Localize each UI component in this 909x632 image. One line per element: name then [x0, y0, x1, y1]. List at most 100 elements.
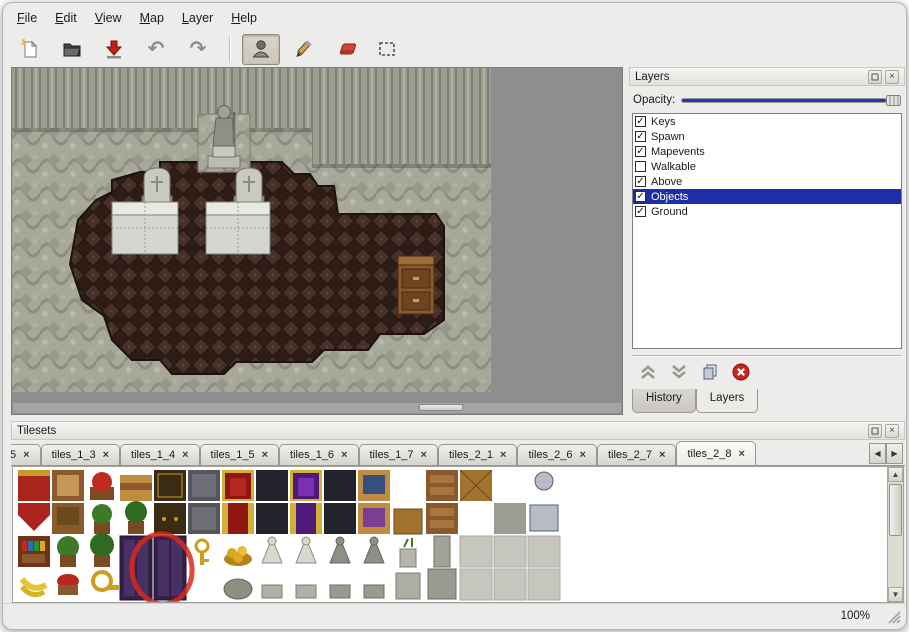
layer-visibility-checkbox[interactable]: ✓ [635, 131, 646, 142]
delete-layer-button[interactable] [730, 361, 752, 383]
new-map-button[interactable] [11, 34, 49, 65]
character-stamp-tool-button[interactable] [242, 34, 280, 65]
layer-row[interactable]: ✓ Keys [633, 114, 901, 129]
opacity-slider-track[interactable] [681, 98, 887, 103]
close-tab-icon[interactable]: × [103, 450, 109, 460]
check-icon: ✓ [636, 192, 644, 202]
layer-label: Mapevents [651, 146, 705, 158]
scroll-down-button[interactable]: ▼ [888, 587, 903, 602]
layer-visibility-checkbox[interactable]: ✓ [635, 116, 646, 127]
tileset-vscroll-thumb[interactable] [889, 484, 902, 536]
layer-visibility-checkbox[interactable]: ✓ [635, 161, 646, 172]
redo-icon: ↷ [190, 39, 207, 59]
tileset-content: ▲ ▼ [12, 466, 904, 603]
tab-layers[interactable]: Layers [696, 389, 759, 413]
tileset-grid[interactable] [16, 469, 564, 603]
raise-layer-button[interactable] [637, 361, 659, 383]
layer-row[interactable]: ✓ Walkable [633, 159, 901, 174]
cabinet-object [398, 256, 434, 314]
save-icon [103, 38, 125, 60]
tileset-vertical-scrollbar[interactable]: ▲ ▼ [887, 467, 903, 602]
tab-history[interactable]: History [632, 389, 696, 413]
menu-item-file[interactable]: File [9, 9, 45, 27]
delete-circle-icon [731, 362, 751, 382]
layer-visibility-checkbox[interactable]: ✓ [635, 146, 646, 157]
map-hscroll-thumb[interactable] [419, 404, 463, 411]
layer-visibility-checkbox[interactable]: ✓ [635, 191, 646, 202]
tileset-tab-label: tiles_1_3 [52, 449, 96, 461]
close-tab-icon[interactable]: × [738, 449, 744, 459]
layer-label: Ground [651, 206, 688, 218]
layer-row[interactable]: ✓ Mapevents [633, 144, 901, 159]
undo-button[interactable]: ↶ [137, 34, 175, 65]
opacity-slider-fill [682, 99, 886, 102]
open-folder-icon [61, 38, 83, 60]
tileset-tab[interactable]: tiles_1_7 × [359, 444, 438, 465]
layer-label: Walkable [651, 161, 696, 173]
tileset-tab[interactable]: tiles_2_6 × [517, 444, 596, 465]
eraser-tool-button[interactable] [326, 34, 364, 65]
check-icon: ✓ [636, 177, 644, 187]
scroll-tabs-right-button[interactable]: ▶ [886, 443, 903, 464]
close-tab-icon[interactable]: × [421, 450, 427, 460]
tileset-tab-label: tiles_1_4 [131, 449, 175, 461]
opacity-label: Opacity: [633, 94, 675, 106]
layer-row[interactable]: ✓ Above [633, 174, 901, 189]
layer-label: Above [651, 176, 682, 188]
chevron-down-icon [669, 362, 689, 382]
tileset-tab[interactable]: tiles_1_5 × [200, 444, 279, 465]
layer-visibility-checkbox[interactable]: ✓ [635, 176, 646, 187]
float-panel-button[interactable] [868, 424, 882, 438]
tileset-tab[interactable]: tiles_1_3 × [41, 444, 120, 465]
float-panel-button[interactable] [868, 70, 882, 84]
redo-button[interactable]: ↷ [179, 34, 217, 65]
close-tab-icon[interactable]: × [182, 450, 188, 460]
menu-item-map[interactable]: Map [132, 9, 172, 27]
select-tool-button[interactable] [368, 34, 406, 65]
map-horizontal-scrollbar[interactable] [13, 403, 621, 413]
close-tab-icon[interactable]: × [659, 450, 665, 460]
lower-layer-button[interactable] [668, 361, 690, 383]
close-tab-icon[interactable]: × [23, 450, 29, 460]
layer-row[interactable]: ✓ Ground [633, 204, 901, 219]
check-icon: ✓ [636, 117, 644, 127]
close-panel-button[interactable]: × [885, 424, 899, 438]
tileset-tab[interactable]: tiles_2_8 × [676, 441, 755, 465]
resize-grip[interactable] [887, 610, 901, 624]
undo-icon: ↶ [148, 39, 165, 59]
close-panel-button[interactable]: × [885, 70, 899, 84]
side-panel-tabs: History Layers [632, 389, 758, 413]
tileset-tab[interactable]: 5 × [11, 444, 41, 465]
close-tab-icon[interactable]: × [580, 450, 586, 460]
scroll-tabs-left-button[interactable]: ◀ [869, 443, 886, 464]
menu-item-edit[interactable]: Edit [47, 9, 85, 27]
opacity-slider-handle[interactable] [886, 95, 901, 106]
tileset-tab[interactable]: tiles_2_1 × [438, 444, 517, 465]
close-tab-icon[interactable]: × [341, 450, 347, 460]
tileset-tabbar: 5 × tiles_1_3 × tiles_1_4 × tiles_1_5 × … [11, 441, 905, 466]
check-icon: ✓ [636, 147, 644, 157]
layer-row[interactable]: ✓ Objects [633, 189, 901, 204]
tileset-tab[interactable]: tiles_1_6 × [279, 444, 358, 465]
opacity-slider[interactable] [681, 93, 901, 107]
close-tab-icon[interactable]: × [262, 450, 268, 460]
altar-object [112, 202, 178, 254]
save-map-button[interactable] [95, 34, 133, 65]
layers-panel-title: Layers [635, 71, 670, 83]
scroll-up-button[interactable]: ▲ [888, 467, 903, 482]
brush-tool-button[interactable] [284, 34, 322, 65]
layer-row[interactable]: ✓ Spawn [633, 129, 901, 144]
menu-item-layer[interactable]: Layer [174, 9, 221, 27]
open-map-button[interactable] [53, 34, 91, 65]
close-tab-icon[interactable]: × [500, 450, 506, 460]
selection-rectangle-icon [376, 38, 398, 60]
layer-visibility-checkbox[interactable]: ✓ [635, 206, 646, 217]
tileset-tab[interactable]: tiles_1_4 × [120, 444, 199, 465]
duplicate-layer-button[interactable] [699, 361, 721, 383]
tileset-tab[interactable]: tiles_2_7 × [597, 444, 676, 465]
menu-item-view[interactable]: View [87, 9, 130, 27]
tilesets-panel-titlebar: Tilesets × [11, 421, 905, 440]
map-canvas[interactable] [12, 68, 491, 392]
menu-item-help[interactable]: Help [223, 9, 265, 27]
new-file-icon [19, 38, 41, 60]
